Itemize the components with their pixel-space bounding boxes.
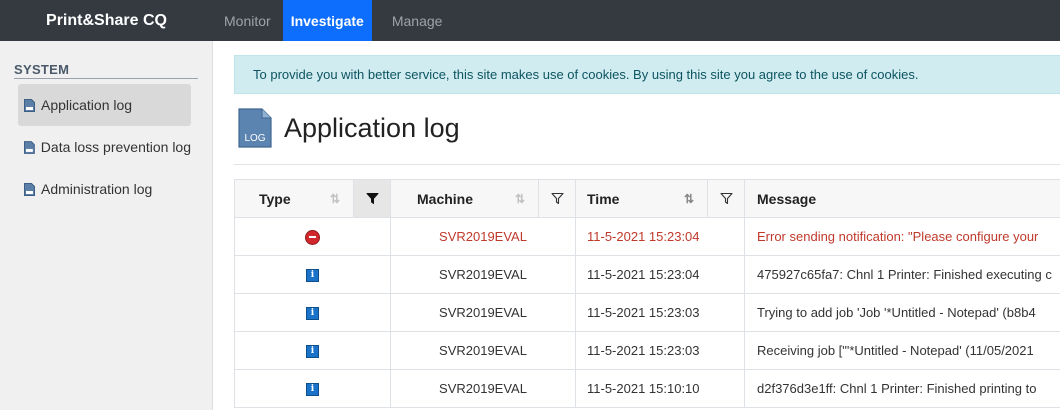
cell-type (234, 217, 391, 256)
sidebar-item-label: Data loss prevention log (40, 139, 191, 155)
cell-machine: SVR2019EVAL (390, 331, 576, 370)
sidebar: SYSTEM Application log Data loss prevent… (0, 41, 213, 410)
application-log-table: Type ⇅ Machine ⇅ Time ⇅ Message SVR2019E… (234, 179, 1060, 408)
table-row[interactable]: i SVR2019EVAL 11-5-2021 15:23:03 Trying … (234, 293, 1060, 332)
brand-name[interactable]: Print&Share CQ (0, 0, 211, 41)
log-icon-label: LOG (244, 133, 265, 144)
info-icon: i (306, 307, 319, 321)
cell-message: Receiving job ["'*Untitled - Notepad' (1… (744, 331, 1060, 370)
cell-time: 11-5-2021 15:23:04 (575, 217, 745, 256)
filter-icon (550, 192, 564, 205)
cell-machine: SVR2019EVAL (390, 369, 576, 408)
cell-message: d2f376d3e1ff: Chnl 1 Printer: Finished p… (744, 369, 1060, 408)
sidebar-item-label: Administration log (41, 181, 153, 197)
log-file-icon (24, 140, 35, 154)
column-header-message[interactable]: Message (744, 179, 1060, 218)
cell-type: i (234, 255, 391, 294)
nav-manage[interactable]: Manage (382, 0, 453, 41)
page-header: LOG Application log (238, 108, 460, 148)
sort-icon[interactable]: ⇅ (512, 192, 528, 206)
cell-message: Trying to add job 'Job '*Untitled - Note… (744, 293, 1060, 332)
table-header-row: Type ⇅ Machine ⇅ Time ⇅ Message (234, 179, 1060, 218)
column-label: Machine (417, 190, 474, 207)
error-icon (305, 229, 320, 245)
info-icon: i (306, 345, 319, 359)
info-icon: i (306, 383, 319, 397)
column-header-time[interactable]: Time ⇅ (575, 179, 745, 218)
cell-type: i (234, 293, 391, 332)
cell-time: 11-5-2021 15:23:03 (575, 293, 745, 332)
top-navbar: Print&Share CQ Monitor Investigate Manag… (0, 0, 1060, 41)
log-file-icon: LOG (238, 108, 272, 148)
filter-icon (366, 193, 378, 204)
sort-icon[interactable]: ⇅ (327, 192, 343, 206)
column-label: Type (259, 190, 291, 207)
cell-machine: SVR2019EVAL (390, 293, 576, 332)
log-file-icon (24, 182, 35, 196)
filter-button-time[interactable] (707, 180, 744, 217)
cell-machine: SVR2019EVAL (390, 255, 576, 294)
cell-message: 475927c65fa7: Chnl 1 Printer: Finished e… (744, 255, 1060, 294)
column-label: Message (757, 190, 817, 207)
column-header-machine[interactable]: Machine ⇅ (390, 179, 576, 218)
filter-icon (719, 192, 733, 205)
table-row[interactable]: SVR2019EVAL 11-5-2021 15:23:04 Error sen… (234, 217, 1060, 256)
column-header-type[interactable]: Type ⇅ (234, 179, 391, 218)
sidebar-item-label: Application log (41, 97, 133, 113)
cookie-notice: To provide you with better service, this… (234, 55, 1060, 94)
sidebar-item-data-loss-prevention-log[interactable]: Data loss prevention log (18, 126, 191, 168)
cell-type: i (234, 369, 391, 408)
log-file-icon (24, 98, 35, 112)
filter-button-type[interactable] (353, 180, 390, 217)
nav-investigate[interactable]: Investigate (282, 0, 372, 41)
table-row[interactable]: i SVR2019EVAL 11-5-2021 15:23:04 475927c… (234, 255, 1060, 294)
nav-monitor[interactable]: Monitor (214, 0, 281, 41)
cell-time: 11-5-2021 15:23:04 (575, 255, 745, 294)
column-label: Time (587, 190, 620, 207)
table-row[interactable]: i SVR2019EVAL 11-5-2021 15:23:03 Receivi… (234, 331, 1060, 370)
sidebar-header: SYSTEM (14, 62, 198, 79)
cell-machine: SVR2019EVAL (390, 217, 576, 256)
sidebar-item-application-log[interactable]: Application log (18, 84, 191, 126)
sort-icon[interactable]: ⇅ (681, 192, 697, 206)
info-icon: i (306, 269, 319, 283)
cell-message: Error sending notification: "Please conf… (744, 217, 1060, 256)
cookie-notice-text: To provide you with better service, this… (253, 67, 919, 82)
title-divider (234, 164, 1060, 165)
page-title: Application log (284, 112, 460, 143)
table-row[interactable]: i SVR2019EVAL 11-5-2021 15:10:10 d2f376d… (234, 369, 1060, 408)
cell-time: 11-5-2021 15:23:03 (575, 331, 745, 370)
sidebar-item-administration-log[interactable]: Administration log (18, 168, 191, 210)
cell-time: 11-5-2021 15:10:10 (575, 369, 745, 408)
cell-type: i (234, 331, 391, 370)
filter-button-machine[interactable] (538, 180, 575, 217)
